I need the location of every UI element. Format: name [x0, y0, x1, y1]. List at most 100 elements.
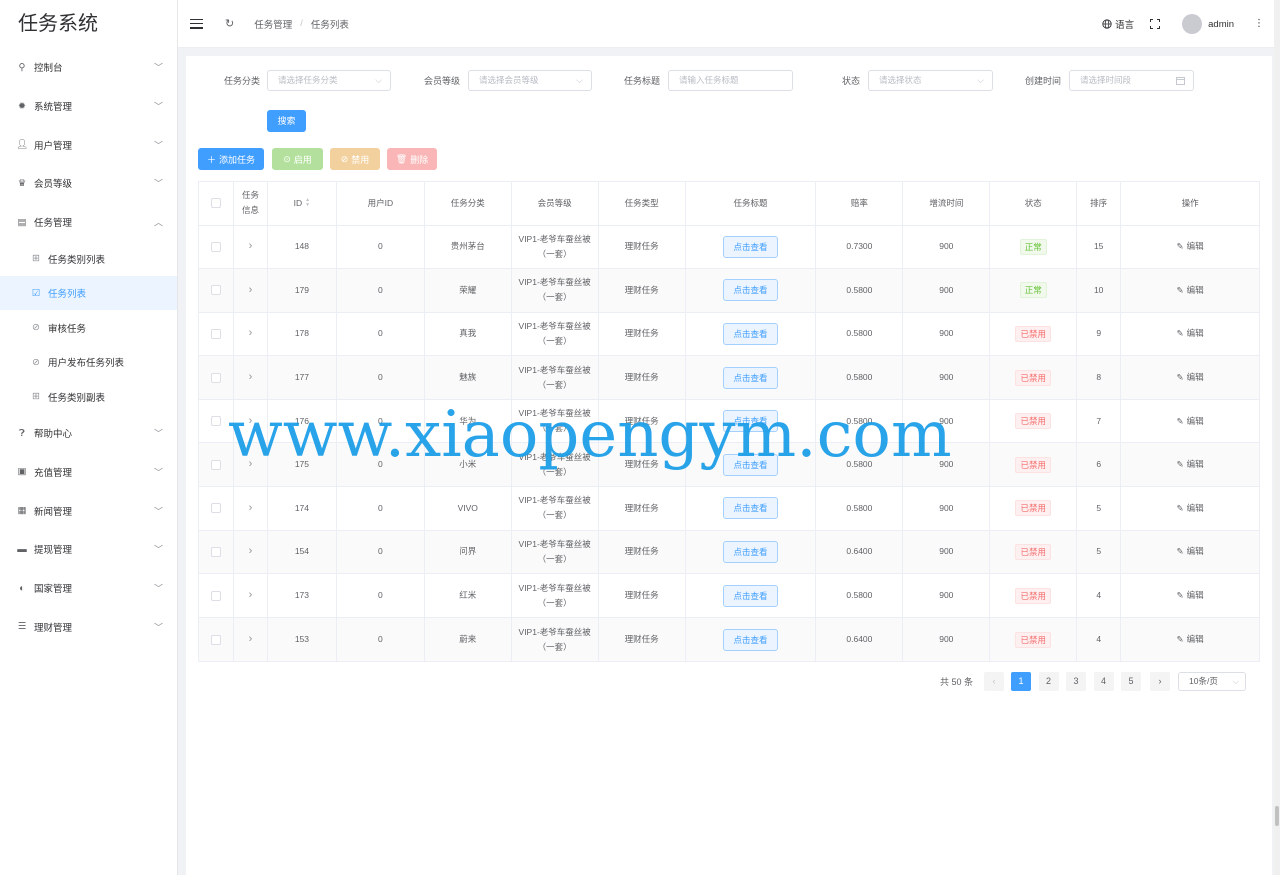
- avatar[interactable]: [1182, 14, 1203, 34]
- page-number-button[interactable]: 1: [1011, 672, 1031, 691]
- sidebar-item[interactable]: ❓︎ 帮助中心 ﹀: [0, 414, 177, 453]
- page-number-button[interactable]: 3: [1066, 672, 1086, 691]
- cell-expand[interactable]: ›: [234, 487, 268, 530]
- next-page-button[interactable]: ›: [1150, 672, 1170, 691]
- more-vertical-icon[interactable]: ⋮: [1254, 19, 1264, 29]
- cell-expand[interactable]: ›: [234, 530, 268, 574]
- cell-expand[interactable]: ›: [234, 617, 268, 662]
- hamburger-icon[interactable]: [190, 18, 203, 29]
- cell-expand[interactable]: ›: [234, 312, 268, 356]
- edit-button[interactable]: ✎ 编辑: [1177, 501, 1204, 516]
- view-title-button[interactable]: 点击查看: [723, 497, 778, 520]
- expand-chevron-icon[interactable]: ›: [249, 239, 253, 254]
- edit-button[interactable]: ✎ 编辑: [1177, 370, 1204, 385]
- sidebar-subitem[interactable]: ⊘ 用户发布任务列表: [0, 345, 177, 380]
- edit-button[interactable]: ✎ 编辑: [1177, 326, 1204, 341]
- expand-chevron-icon[interactable]: ›: [249, 632, 253, 647]
- breadcrumb-item[interactable]: 任务管理: [254, 17, 292, 31]
- expand-chevron-icon[interactable]: ›: [249, 370, 253, 385]
- expand-chevron-icon[interactable]: ›: [249, 326, 253, 341]
- sidebar-subitem[interactable]: ☑ 任务列表: [0, 275, 177, 311]
- scrollbar-thumb[interactable]: [1275, 806, 1279, 826]
- sidebar-item[interactable]: ✹ 系统管理 ﹀: [0, 87, 177, 126]
- sidebar-item[interactable]: ▤ 任务管理 ︿: [0, 203, 177, 242]
- cell-select[interactable]: [199, 356, 234, 399]
- cell-expand[interactable]: ›: [234, 269, 268, 312]
- sidebar-subitem[interactable]: ⊘ 审核任务: [0, 310, 177, 345]
- filter-created-picker[interactable]: 请选择时间段: [1069, 70, 1194, 91]
- add-task-button[interactable]: ＋添加任务: [198, 148, 264, 170]
- expand-chevron-icon[interactable]: ›: [249, 544, 253, 559]
- cell-expand[interactable]: ›: [234, 225, 268, 269]
- row-checkbox[interactable]: [210, 546, 221, 557]
- expand-chevron-icon[interactable]: ›: [249, 501, 253, 516]
- sidebar-subitem[interactable]: ⊞ 任务类别副表: [0, 379, 177, 414]
- view-title-button[interactable]: 点击查看: [723, 584, 778, 607]
- row-checkbox[interactable]: [210, 372, 221, 383]
- row-checkbox[interactable]: [210, 459, 221, 470]
- cell-select[interactable]: [199, 225, 234, 269]
- filter-title-input[interactable]: 请输入任务标题: [668, 70, 793, 91]
- cell-expand[interactable]: ›: [234, 356, 268, 399]
- header-select-all[interactable]: [199, 182, 234, 225]
- view-title-button[interactable]: 点击查看: [723, 366, 778, 389]
- sidebar-item[interactable]: ▣ 充值管理 ﹀: [0, 453, 177, 492]
- filter-status-select[interactable]: 请选择状态 ⌵: [868, 70, 993, 91]
- sidebar-item[interactable]: ♛ 会员等级 ﹀: [0, 164, 177, 203]
- view-title-button[interactable]: 点击查看: [723, 279, 778, 302]
- enable-button[interactable]: ⊙ 启用: [272, 148, 323, 170]
- fullscreen-icon[interactable]: [1150, 19, 1161, 29]
- refresh-icon[interactable]: ↻: [225, 17, 234, 30]
- view-title-button[interactable]: 点击查看: [723, 540, 778, 563]
- row-checkbox[interactable]: [210, 285, 221, 296]
- edit-button[interactable]: ✎ 编辑: [1177, 457, 1204, 472]
- username[interactable]: admin: [1208, 19, 1234, 30]
- cell-select[interactable]: [199, 312, 234, 356]
- page-scrollbar[interactable]: [1274, 0, 1280, 875]
- cell-select[interactable]: [199, 487, 234, 530]
- delete-button[interactable]: 🗑︎ 删除: [387, 148, 437, 170]
- sidebar-item[interactable]: ◐ 国家管理 ﹀: [0, 569, 177, 608]
- page-number-button[interactable]: 5: [1121, 672, 1141, 691]
- cell-expand[interactable]: ›: [234, 574, 268, 617]
- edit-button[interactable]: ✎ 编辑: [1177, 414, 1204, 429]
- checkbox[interactable]: [210, 198, 221, 209]
- view-title-button[interactable]: 点击查看: [723, 322, 778, 345]
- row-checkbox[interactable]: [210, 416, 221, 427]
- row-checkbox[interactable]: [210, 241, 221, 252]
- edit-button[interactable]: ✎ 编辑: [1177, 632, 1204, 647]
- sidebar-item[interactable]: 👤︎ 用户管理 ﹀: [0, 125, 177, 164]
- disable-button[interactable]: ⊘ 禁用: [330, 148, 380, 170]
- cell-select[interactable]: [199, 269, 234, 312]
- page-number-button[interactable]: 2: [1038, 672, 1059, 691]
- edit-button[interactable]: ✎ 编辑: [1177, 544, 1204, 559]
- cell-select[interactable]: [199, 574, 234, 617]
- page-number-button[interactable]: 4: [1093, 672, 1114, 691]
- view-title-button[interactable]: 点击查看: [723, 235, 778, 258]
- prev-page-button[interactable]: ‹: [984, 672, 1004, 691]
- sidebar-item[interactable]: ⚲ 控制台 ﹀: [0, 48, 177, 87]
- edit-button[interactable]: ✎ 编辑: [1177, 239, 1204, 254]
- row-checkbox[interactable]: [210, 590, 221, 601]
- header-id[interactable]: ID ▲ ▼: [268, 182, 337, 225]
- filter-category-select[interactable]: 请选择任务分类 ⌵: [267, 70, 391, 91]
- language-switch[interactable]: 语言: [1102, 17, 1134, 31]
- edit-button[interactable]: ✎ 编辑: [1177, 588, 1204, 603]
- sort-icon[interactable]: ▲ ▼: [305, 198, 310, 208]
- expand-chevron-icon[interactable]: ›: [249, 588, 253, 603]
- sidebar-item[interactable]: ☰ 理财管理 ﹀: [0, 607, 177, 646]
- sidebar-subitem[interactable]: ⊞ 任务类别列表: [0, 241, 177, 276]
- search-button[interactable]: 搜索: [267, 110, 306, 132]
- edit-button[interactable]: ✎ 编辑: [1177, 283, 1204, 298]
- row-checkbox[interactable]: [210, 503, 221, 514]
- filter-level-select[interactable]: 请选择会员等级 ⌵: [468, 70, 592, 91]
- view-title-button[interactable]: 点击查看: [723, 628, 778, 651]
- cell-select[interactable]: [199, 617, 234, 662]
- page-size-select[interactable]: 10条/页 ⌵: [1178, 672, 1246, 691]
- cell-select[interactable]: [199, 530, 234, 574]
- expand-chevron-icon[interactable]: ›: [249, 283, 253, 298]
- sidebar-item[interactable]: ▦ 新闻管理 ﹀: [0, 491, 177, 530]
- row-checkbox[interactable]: [210, 634, 221, 645]
- row-checkbox[interactable]: [210, 328, 221, 339]
- sidebar-item[interactable]: ▬ 提现管理 ﹀: [0, 530, 177, 569]
